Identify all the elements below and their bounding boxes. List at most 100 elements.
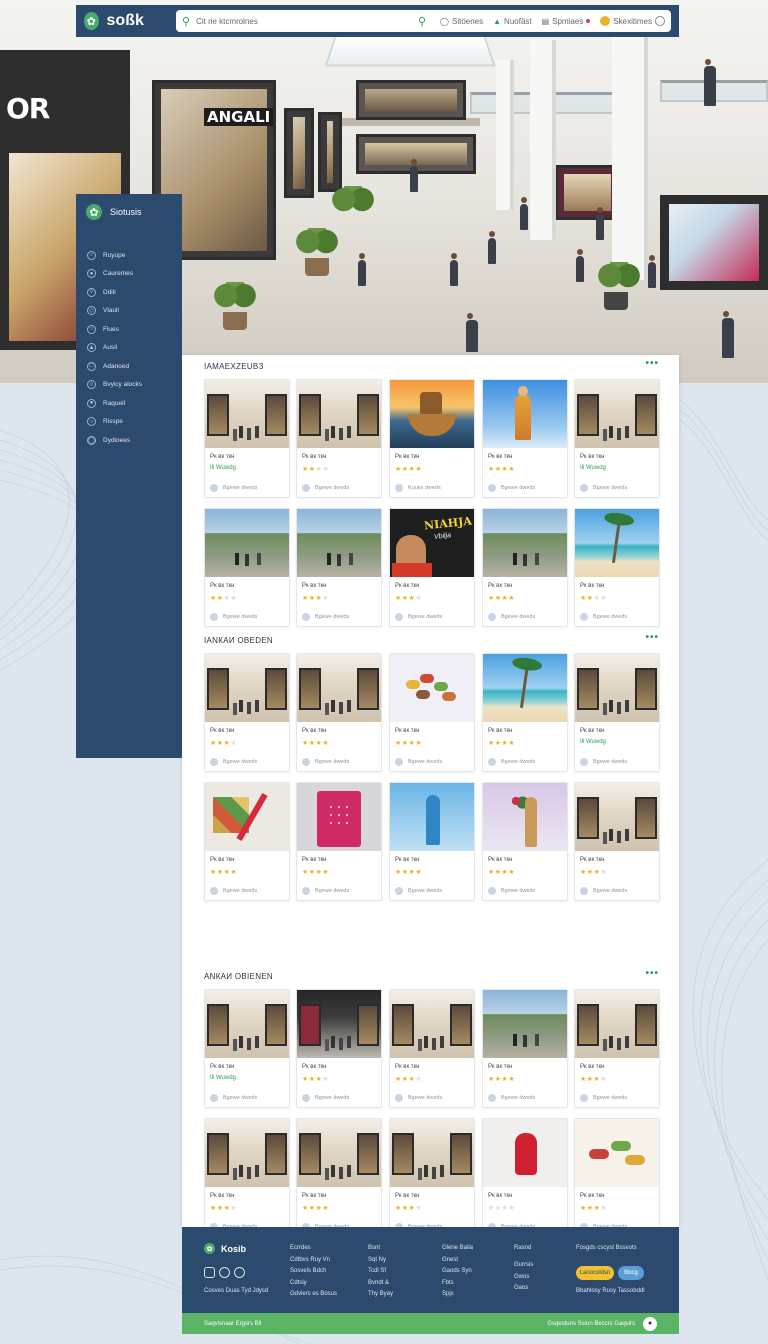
- product-card[interactable]: Рк вк ткн★★★★Bgewe dweds: [296, 653, 382, 772]
- footer-link[interactable]: Sqt Ny: [368, 1257, 393, 1263]
- sidebar-item[interactable]: ◊ Ddill: [86, 283, 172, 302]
- footer-link[interactable]: Gaos: [514, 1285, 533, 1291]
- settings-icon[interactable]: [655, 16, 665, 26]
- product-card[interactable]: Рк вк ткн Ili Wuwdg Bgewe dweds: [574, 379, 660, 498]
- product-card[interactable]: Рк вк ткн★★★★Bgewe dweds: [574, 782, 660, 901]
- card-title[interactable]: Рк вк ткн: [580, 728, 604, 734]
- card-title[interactable]: Рк вк ткн: [210, 1064, 234, 1070]
- card-title[interactable]: Рк вк ткн: [488, 857, 512, 863]
- search-submit-icon[interactable]: ⚲: [418, 15, 426, 28]
- product-card[interactable]: Рк вк ткн★★★★Bgewe dweds: [296, 1118, 382, 1237]
- card-title[interactable]: Рк вк ткн: [580, 583, 604, 589]
- card-title[interactable]: Рк вк ткн: [302, 857, 326, 863]
- footer-link[interactable]: Tcdl Sf: [368, 1268, 393, 1274]
- product-card[interactable]: Рк вк ткн Ili Wuwdg Bgewe dweds: [204, 989, 290, 1108]
- footer-secondary-button[interactable]: Bbcg: [618, 1266, 644, 1280]
- section-more-button[interactable]: •••: [645, 358, 659, 369]
- card-title[interactable]: Рк вк ткн: [302, 454, 326, 460]
- product-card[interactable]: Рк вк ткн★★★★Bgewe dweds: [204, 1118, 290, 1237]
- social-icon[interactable]: [204, 1267, 215, 1278]
- product-card[interactable]: Рк вк ткн★★★★Bgewe dweds: [574, 989, 660, 1108]
- product-card[interactable]: Рк вк ткн★★★★Bgewe dweds: [296, 379, 382, 498]
- card-title[interactable]: Рк вк ткн: [395, 728, 419, 734]
- product-card[interactable]: Рк вк ткн★★★★Bgewe dweds: [296, 989, 382, 1108]
- footer-link[interactable]: Gwos: [514, 1274, 533, 1280]
- card-title[interactable]: Рк вк ткн: [302, 1064, 326, 1070]
- card-title[interactable]: Рк вк ткн: [395, 857, 419, 863]
- nav-item-cart[interactable]: ▤ Spmiaes: [542, 17, 591, 26]
- footer-link[interactable]: Thy Byay: [368, 1291, 393, 1297]
- product-card[interactable]: Рк вк ткн★★★★Bgewe dweds: [389, 1118, 475, 1237]
- product-card[interactable]: Рк вк ткн★★★★Bgewe dweds: [296, 782, 382, 901]
- product-card[interactable]: Рк вк ткн★★★★Bgewe dweds: [296, 508, 382, 627]
- card-title[interactable]: Рк вк ткн: [210, 728, 234, 734]
- card-title[interactable]: Рк вк ткн: [302, 728, 326, 734]
- card-title[interactable]: Рк вк ткн: [488, 454, 512, 460]
- product-card[interactable]: Рк вк ткн★★★★Bgewe dweds: [204, 782, 290, 901]
- footer-link[interactable]: Glene Baila: [442, 1245, 473, 1251]
- section-more-button[interactable]: •••: [645, 632, 659, 643]
- chat-icon[interactable]: ●: [643, 1316, 657, 1331]
- footer-link[interactable]: Gdvlers es Bosus: [290, 1291, 337, 1297]
- card-title[interactable]: Рк вк ткн: [210, 1193, 234, 1199]
- product-card[interactable]: Рк вк ткн Ili Wuwdg Bgewe dweds: [204, 379, 290, 498]
- product-card[interactable]: Рк вк ткн★★★★Bgewe dweds: [482, 379, 568, 498]
- footer-link[interactable]: Sosvels Bdch: [290, 1268, 337, 1274]
- footer-link[interactable]: Fbts: [442, 1280, 473, 1286]
- card-title[interactable]: Рк вк ткн: [395, 583, 419, 589]
- nav-item-user[interactable]: ◯ Sitöenes: [440, 17, 483, 26]
- brand-name[interactable]: soßk: [107, 12, 163, 30]
- sidebar-item[interactable]: □ Adanoed: [86, 357, 172, 376]
- bottom-bar-link[interactable]: Gsqestuns Ssiun Beccrs Gaqsirs: [547, 1321, 635, 1327]
- sidebar-item[interactable]: ◯ Dydioees: [86, 431, 172, 450]
- card-title[interactable]: Рк вк ткн: [580, 857, 604, 863]
- card-title[interactable]: Рк вк ткн: [488, 728, 512, 734]
- product-card[interactable]: Рк вк ткн Ili Wuwdg Bgewe dweds: [574, 653, 660, 772]
- card-title[interactable]: Рк вк ткн: [395, 454, 419, 460]
- footer-link[interactable]: Bsnt: [368, 1245, 393, 1251]
- card-title[interactable]: Рк вк ткн: [488, 1193, 512, 1199]
- search-bar[interactable]: ⚲ Cit rie ktcmrolnes ⚲ ◯ Sitöenes ▲ Nuof…: [176, 10, 671, 32]
- nav-item-account[interactable]: Skexitimes: [600, 16, 665, 26]
- sidebar-item[interactable]: ◇ Vlaull: [86, 302, 172, 321]
- card-title[interactable]: Рк вк ткн: [580, 1193, 604, 1199]
- product-card[interactable]: Рк вк ткн★★★★Bgewe dweds: [482, 782, 568, 901]
- product-card[interactable]: Рк вк ткн★★★★Bgewe dweds: [204, 508, 290, 627]
- card-title[interactable]: Рк вк ткн: [580, 1064, 604, 1070]
- footer-link[interactable]: Bvndt &: [368, 1280, 393, 1286]
- footer-link[interactable]: Gnest: [442, 1257, 473, 1263]
- card-title[interactable]: Рк вк ткн: [580, 454, 604, 460]
- product-card[interactable]: Рк вк ткн★★★★Bgewe dweds: [482, 989, 568, 1108]
- sidebar-item[interactable]: ○ Flues: [86, 320, 172, 339]
- card-title[interactable]: Рк вк ткн: [395, 1064, 419, 1070]
- card-title[interactable]: Рк вк ткн: [488, 1064, 512, 1070]
- card-title[interactable]: Рк вк ткн: [302, 583, 326, 589]
- sidebar-item[interactable]: ● Raqueil: [86, 394, 172, 413]
- card-title[interactable]: Рк вк ткн: [395, 1193, 419, 1199]
- sidebar-item[interactable]: ○ Ruyupe: [86, 246, 172, 265]
- search-input[interactable]: Cit rie ktcmrolnes: [196, 17, 418, 26]
- product-card[interactable]: Рк вк ткн★★★★Bgewe dweds: [389, 653, 475, 772]
- footer-link[interactable]: Cdtsiy: [290, 1280, 337, 1286]
- product-card[interactable]: Рк вк ткн★★★★Bgewe dweds: [389, 782, 475, 901]
- social-icon[interactable]: [234, 1267, 245, 1278]
- product-card[interactable]: NIAHJA Vbilja Рк вк ткн ★★★★ Bgewe dweds: [389, 508, 475, 627]
- footer-link[interactable]: Ecrrdes: [290, 1245, 337, 1251]
- footer-link[interactable]: Gaods Syn: [442, 1268, 473, 1274]
- social-icon[interactable]: [219, 1267, 230, 1278]
- nav-item-tag[interactable]: ▲ Nuofäst: [493, 17, 532, 26]
- brand-logo-icon[interactable]: ✿: [84, 12, 99, 30]
- footer-link[interactable]: Cdtbvs Ruy Vn: [290, 1257, 337, 1263]
- product-card[interactable]: Рк вк ткн★★★★Bgewe dweds: [482, 1118, 568, 1237]
- product-card[interactable]: Рк вк ткн★★★★Bgewe dweds: [482, 508, 568, 627]
- product-card[interactable]: Рк вк ткн★★★★Bgewe dweds: [389, 989, 475, 1108]
- card-title[interactable]: Рк вк ткн: [210, 583, 234, 589]
- product-card[interactable]: Рк вк ткн★★★★Bgewe dweds: [574, 1118, 660, 1237]
- product-card[interactable]: Рк вк ткн★★★★Bgewe dweds: [574, 508, 660, 627]
- sidebar-item[interactable]: ● Cauremes: [86, 265, 172, 284]
- card-title[interactable]: Рк вк ткн: [302, 1193, 326, 1199]
- sidebar-item[interactable]: ○ Risspe: [86, 413, 172, 432]
- card-title[interactable]: Рк вк ткн: [210, 857, 234, 863]
- footer-brand[interactable]: ✿ Kosib: [204, 1243, 246, 1254]
- product-card[interactable]: Рк вк ткн★★★★Bgewe dweds: [204, 653, 290, 772]
